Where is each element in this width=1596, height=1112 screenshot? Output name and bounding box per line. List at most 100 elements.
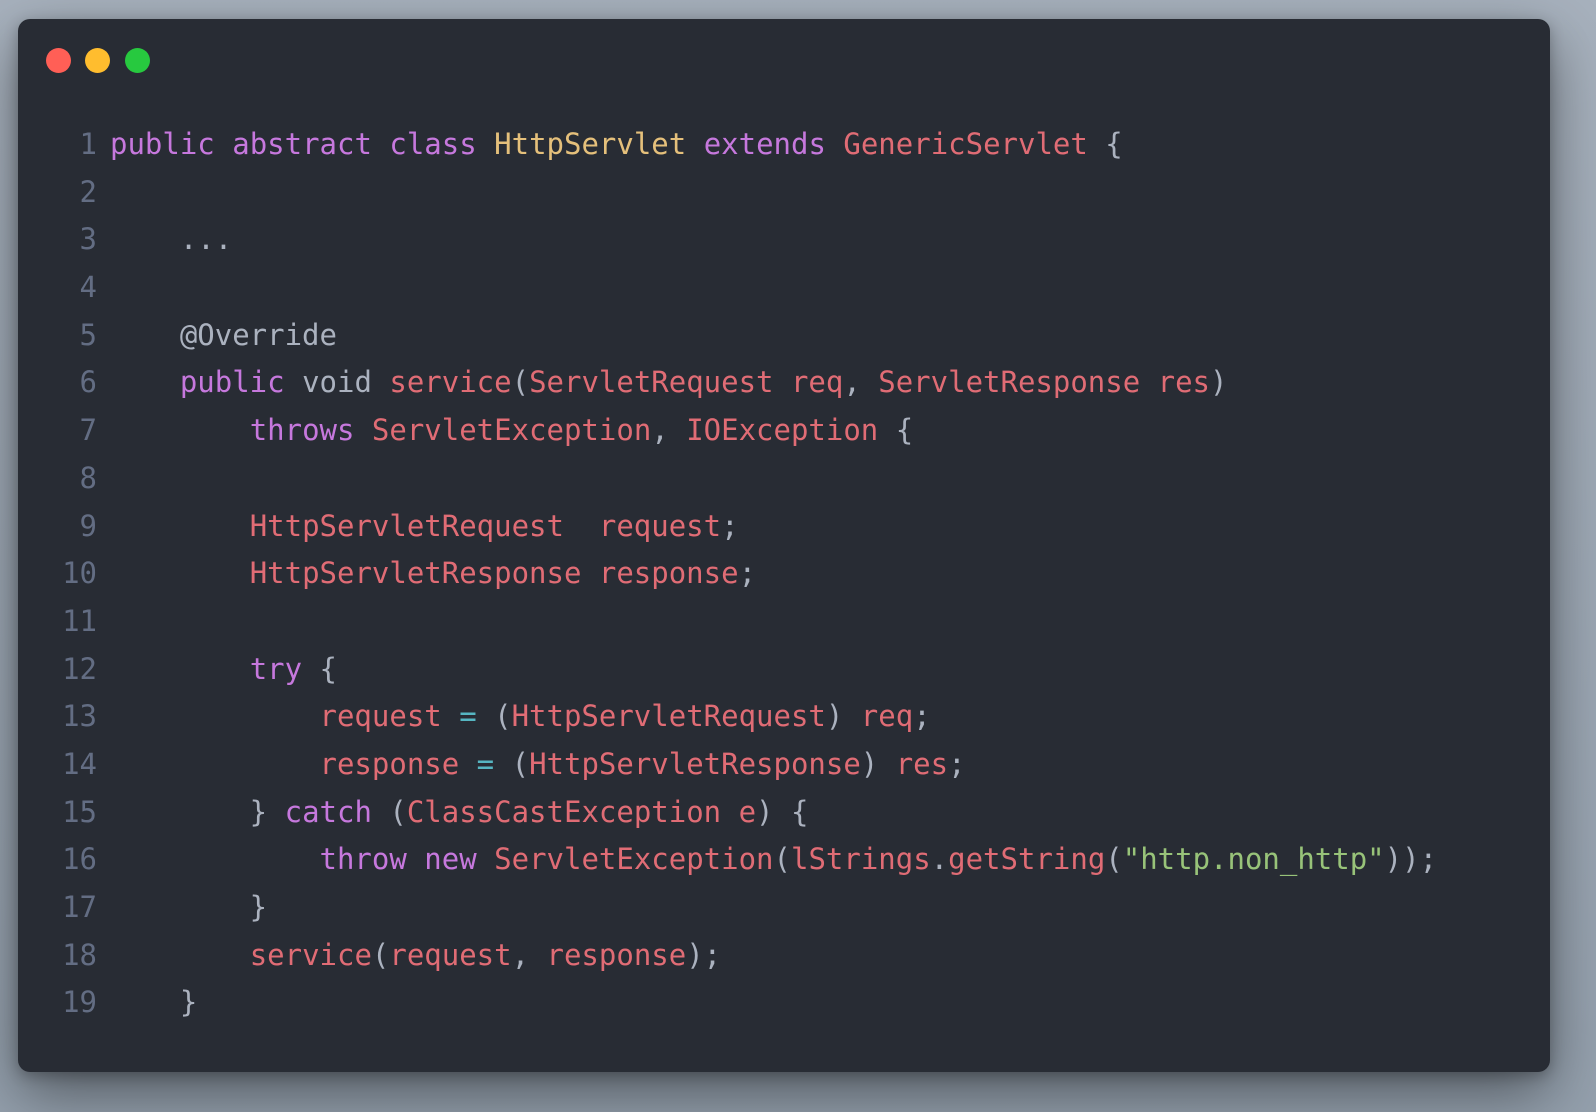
line-number: 1 — [79, 127, 97, 161]
line-number: 18 — [62, 937, 97, 972]
code-line: 19 } — [18, 979, 1550, 1027]
line-number: 17 — [62, 890, 97, 924]
code-token-plain: ) — [1210, 365, 1228, 400]
code-token-identifier: HttpServletResponse response — [249, 556, 739, 591]
code-token-plain: ( — [511, 365, 530, 400]
code-token-plain: . — [930, 842, 949, 877]
code-line: 2 — [18, 169, 1550, 217]
code-line-text: response = (HttpServletResponse) res; — [110, 741, 966, 789]
line-number: 4 — [79, 270, 97, 305]
line-number: 3 — [79, 222, 97, 257]
code-line: 12 try { — [18, 646, 1550, 694]
code-token-identifier: req — [860, 699, 914, 734]
line-number: 19 — [62, 985, 97, 1020]
code-line: 4 — [18, 264, 1550, 312]
code-line-text: HttpServletRequest request; — [110, 503, 739, 551]
maximize-dot-icon[interactable] — [125, 48, 150, 73]
code-token-identifier: ServletRequest req — [529, 365, 844, 400]
code-token-plain: , — [511, 937, 547, 972]
code-token-identifier: HttpServletRequest request — [249, 508, 722, 543]
line-number: 15 — [62, 794, 97, 829]
code-token-plain: ( — [371, 937, 390, 972]
code-line: 18 service(request, response); — [18, 932, 1550, 980]
code-token-keyword: catch — [284, 794, 372, 829]
code-token-plain: ( — [773, 842, 791, 877]
code-line-text: } — [110, 979, 197, 1027]
code-token-identifier: ServletException — [371, 413, 652, 448]
code-token-plain: ( — [1105, 842, 1123, 877]
code-line: 14 response = (HttpServletResponse) res; — [18, 741, 1550, 789]
code-token-plain: ; — [913, 699, 931, 734]
code-block: 1 public abstract class HttpServlet exten… — [18, 121, 1550, 1027]
code-token-class-name: HttpServlet — [494, 127, 687, 161]
code-token-identifier: service — [389, 365, 512, 400]
code-token-plain: } — [110, 890, 268, 924]
code-token-plain: ) — [860, 746, 896, 781]
code-line-text: @Override — [110, 312, 337, 360]
code-token-identifier: request — [389, 937, 512, 972]
code-token-plain: )); — [1384, 842, 1438, 877]
close-dot-icon[interactable] — [46, 48, 71, 73]
code-token-plain: } — [110, 794, 285, 829]
code-token-identifier: HttpServletRequest — [511, 699, 826, 734]
code-line: 1 public abstract class HttpServlet exten… — [18, 121, 1550, 169]
code-line-text: ... — [110, 216, 232, 264]
code-token-keyword: public — [110, 127, 215, 161]
code-token-plain: } — [110, 985, 198, 1020]
code-line: 17 } — [18, 884, 1550, 932]
code-token-plain: ; — [721, 508, 739, 543]
line-number: 14 — [62, 746, 97, 781]
code-token-plain: ; — [738, 556, 757, 591]
code-line: 8 — [18, 455, 1550, 503]
code-line: 5 @Override — [18, 312, 1550, 360]
code-token-plain: ); — [686, 937, 722, 972]
code-line: 11 — [18, 598, 1550, 646]
code-token-plain: ... — [110, 222, 233, 257]
code-token-plain: ) { — [756, 794, 809, 829]
code-token-identifier: lStrings — [790, 842, 931, 877]
code-token-plain: ( — [494, 746, 530, 781]
code-line-text: public void service(ServletRequest req, … — [110, 359, 1228, 407]
code-line-text: throw new ServletException(lStrings.getS… — [110, 836, 1438, 884]
code-token-operator: = — [459, 699, 477, 734]
code-token-keyword: throws — [249, 413, 355, 448]
line-number: 10 — [62, 556, 97, 591]
code-token-identifier: IOException — [686, 413, 879, 448]
window-titlebar — [18, 19, 1550, 99]
line-number: 9 — [79, 508, 97, 543]
code-token-identifier: ServletException — [494, 842, 774, 877]
code-line-text: service(request, response); — [110, 932, 721, 980]
code-line-text: HttpServletResponse response; — [110, 550, 756, 598]
line-number: 16 — [62, 842, 97, 877]
code-token-plain: ; — [948, 746, 966, 781]
code-line: 10 HttpServletResponse response; — [18, 550, 1550, 598]
line-number: 13 — [62, 699, 97, 734]
code-token-plain: , — [651, 413, 687, 448]
code-line-text: } catch (ClassCastException e) { — [110, 789, 809, 837]
code-line: 13 request = (HttpServletRequest) req; — [18, 693, 1550, 741]
code-token-identifier: ClassCastException e — [406, 794, 757, 829]
code-token-identifier: response — [319, 746, 460, 781]
code-token-keyword: try — [249, 651, 303, 686]
code-token-identifier: response — [546, 937, 687, 972]
code-token-plain: { — [302, 651, 337, 686]
minimize-dot-icon[interactable] — [85, 48, 110, 73]
code-line-text: try { — [110, 646, 337, 694]
code-token-identifier: service — [249, 937, 372, 972]
code-token-plain: , — [843, 365, 879, 400]
line-number: 11 — [62, 603, 97, 638]
line-number: 5 — [79, 317, 97, 352]
